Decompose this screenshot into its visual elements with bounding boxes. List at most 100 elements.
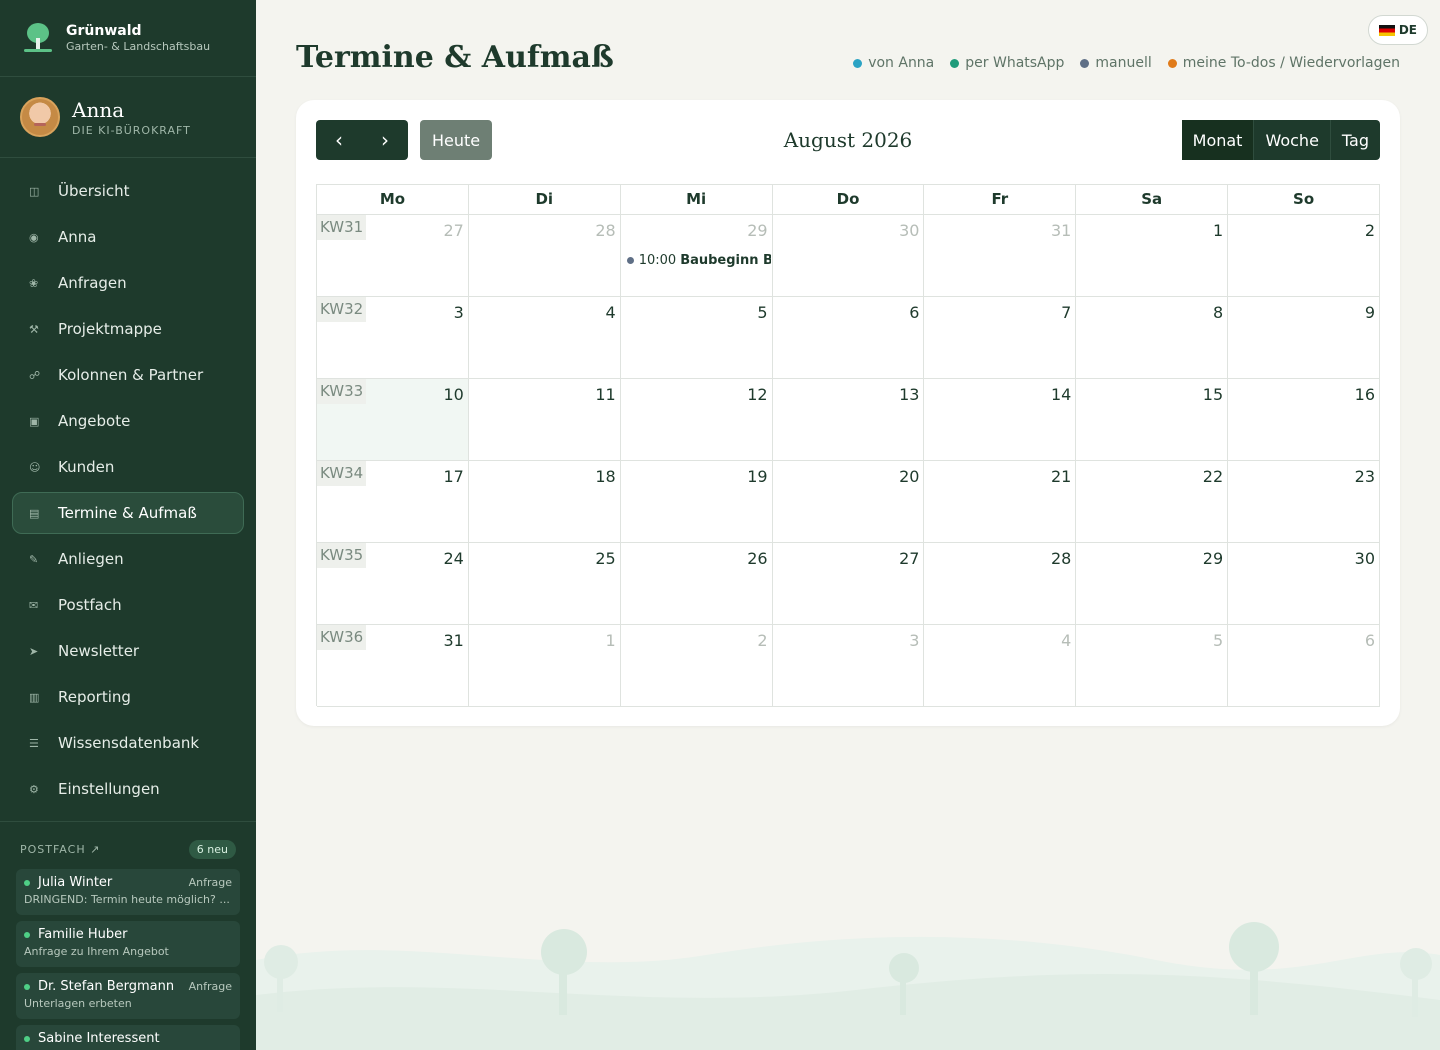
day-cell[interactable]: 29 10:00 Baubeginn B <box>620 215 773 297</box>
day-cell[interactable]: 30 <box>1228 543 1381 625</box>
assistant-profile[interactable]: Anna DIE KI-BÜROKRAFT <box>0 77 256 158</box>
nav-icon: ▤ <box>29 506 40 520</box>
sidebar-item-anna[interactable]: ◉ Anna <box>12 216 244 258</box>
next-month-button[interactable]: › <box>362 120 408 160</box>
day-number: 14 <box>1050 385 1072 404</box>
sidebar-item-angebote[interactable]: ▣ Angebote <box>12 400 244 442</box>
sidebar-item-anliegen[interactable]: ✎ Anliegen <box>12 538 244 580</box>
sidebar-item-kolonnen-partner[interactable]: ☍ Kolonnen & Partner <box>12 354 244 396</box>
day-number: 27 <box>899 549 920 568</box>
weekday-header: Mi <box>620 185 773 215</box>
day-cell[interactable]: 5 <box>620 297 773 379</box>
day-cell[interactable]: KW31 27 <box>317 215 469 297</box>
message-header: Sabine Interessent <box>24 1031 232 1046</box>
day-cell[interactable]: 16 <box>1228 379 1381 461</box>
sidebar-item-label: Angebote <box>58 412 131 430</box>
inbox-title-link[interactable]: POSTFACH ↗ <box>20 843 100 856</box>
inbox-message[interactable]: Dr. Stefan Bergmann Anfrage Unterlagen erb… <box>16 973 240 1019</box>
day-cell[interactable]: 18 <box>468 461 621 543</box>
day-cell[interactable]: 26 <box>620 543 773 625</box>
calendar-toolbar: ‹ › Heute August 2026 Monat Woche Tag <box>316 120 1380 160</box>
view-monat-button[interactable]: Monat <box>1181 120 1254 160</box>
sidebar-item-newsletter[interactable]: ➤ Newsletter <box>12 630 244 672</box>
day-cell[interactable]: 8 <box>1076 297 1229 379</box>
sidebar-item-label: Projektmappe <box>58 320 162 338</box>
day-cell[interactable]: 15 <box>1076 379 1229 461</box>
inbox-message[interactable]: Sabine Interessent <box>16 1025 240 1050</box>
day-cell[interactable]: 3 <box>772 625 925 707</box>
day-cell[interactable]: 23 <box>1228 461 1381 543</box>
inbox-message[interactable]: Familie Huber Anfrage zu Ihrem Angebot <box>16 921 240 967</box>
day-cell[interactable]: 11 <box>468 379 621 461</box>
day-cell[interactable]: 21 <box>924 461 1077 543</box>
calendar-event[interactable]: 10:00 Baubeginn B <box>626 253 771 268</box>
day-cell[interactable]: 1 <box>468 625 621 707</box>
day-cell[interactable]: KW33 10 <box>317 379 469 461</box>
message-preview: Unterlagen erbeten <box>24 997 132 1010</box>
message-sender: Julia Winter <box>24 875 112 890</box>
day-cell[interactable]: 9 <box>1228 297 1381 379</box>
day-cell[interactable]: 6 <box>1228 625 1381 707</box>
day-cell[interactable]: KW36 31 <box>317 625 469 707</box>
weekday-header: Mo <box>317 185 469 215</box>
day-cell[interactable]: 2 <box>620 625 773 707</box>
new-messages-badge: 6 neu <box>188 840 236 859</box>
day-cell[interactable]: KW32 3 <box>317 297 469 379</box>
day-cell[interactable]: 28 <box>924 543 1077 625</box>
prev-month-button[interactable]: ‹ <box>316 120 362 160</box>
day-cell[interactable]: 27 <box>772 543 925 625</box>
day-number: 4 <box>605 303 616 322</box>
sidebar-item-anfragen[interactable]: ❀ Anfragen <box>12 262 244 304</box>
day-cell[interactable]: 22 <box>1076 461 1229 543</box>
sidebar-item-projektmappe[interactable]: ⚒ Projektmappe <box>12 308 244 350</box>
day-cell[interactable]: 2 <box>1228 215 1381 297</box>
day-cell[interactable]: 7 <box>924 297 1077 379</box>
legend-item: manuell <box>1080 55 1152 71</box>
day-cell[interactable]: 13 <box>772 379 925 461</box>
calendar-week-label: KW32 <box>317 297 367 322</box>
day-number: 28 <box>595 221 616 240</box>
weekday-header-row: Mo Di Mi Do Fr Sa So <box>317 185 1381 215</box>
view-woche-button[interactable]: Woche <box>1253 120 1329 160</box>
message-sender-name: Julia Winter <box>38 875 113 890</box>
sidebar-item-kunden[interactable]: ☺ Kunden <box>12 446 244 488</box>
day-cell[interactable]: KW35 24 <box>317 543 469 625</box>
view-tag-button[interactable]: Tag <box>1329 120 1380 160</box>
brand[interactable]: Grünwald Garten- & Landschaftsbau <box>0 0 256 77</box>
day-cell[interactable]: 4 <box>924 625 1077 707</box>
sidebar-item-postfach[interactable]: ✉ Postfach <box>12 584 244 626</box>
day-cell[interactable]: 12 <box>620 379 773 461</box>
day-cell[interactable]: 31 <box>924 215 1077 297</box>
day-number: 10 <box>443 385 464 404</box>
nav-icon: ☰ <box>29 736 39 750</box>
weekday-header: Fr <box>924 185 1077 215</box>
day-cell[interactable]: 6 <box>772 297 925 379</box>
assistant-role: DIE KI-BÜROKRAFT <box>72 123 191 137</box>
language-code: DE <box>1398 23 1417 37</box>
day-cell[interactable]: 29 <box>1076 543 1229 625</box>
day-cell[interactable]: 14 <box>924 379 1077 461</box>
day-cell[interactable]: 19 <box>620 461 773 543</box>
sidebar-item-reporting[interactable]: ▥ Reporting <box>12 676 244 718</box>
message-preview: Anfrage zu Ihrem Angebot <box>24 945 169 958</box>
today-button[interactable]: Heute <box>420 120 493 160</box>
day-cell[interactable]: 30 <box>772 215 925 297</box>
day-cell[interactable]: 1 <box>1076 215 1229 297</box>
sidebar-item-einstellungen[interactable]: ⚙ Einstellungen <box>12 768 244 810</box>
inbox-message[interactable]: Julia Winter Anfrage DRINGEND: Termin heut… <box>16 869 240 915</box>
sidebar-item-termine-aufmaß[interactable]: ▤ Termine & Aufmaß <box>12 492 244 534</box>
day-cell[interactable]: 5 <box>1076 625 1229 707</box>
day-number: 6 <box>909 303 920 322</box>
day-cell[interactable]: 4 <box>468 297 621 379</box>
day-cell[interactable]: KW34 17 <box>317 461 469 543</box>
day-number: 5 <box>757 303 768 322</box>
sidebar-item-übersicht[interactable]: ◫ Übersicht <box>12 170 244 212</box>
sidebar-item-wissensdatenbank[interactable]: ☰ Wissensdatenbank <box>12 722 244 764</box>
inbox-panel: POSTFACH ↗ 6 neu Julia Winter Anfrage DRIN… <box>0 822 256 1050</box>
day-cell[interactable]: 25 <box>468 543 621 625</box>
day-cell[interactable]: 28 <box>468 215 621 297</box>
day-cell[interactable]: 20 <box>772 461 925 543</box>
month-grid: Mo Di Mi Do Fr Sa So KW31 27 28 29 10:00 Baubeginn B… <box>316 184 1381 707</box>
language-switcher[interactable]: DE <box>1367 15 1428 45</box>
week-row: KW36 31 1 2 3 4 5 6 <box>317 625 1381 707</box>
